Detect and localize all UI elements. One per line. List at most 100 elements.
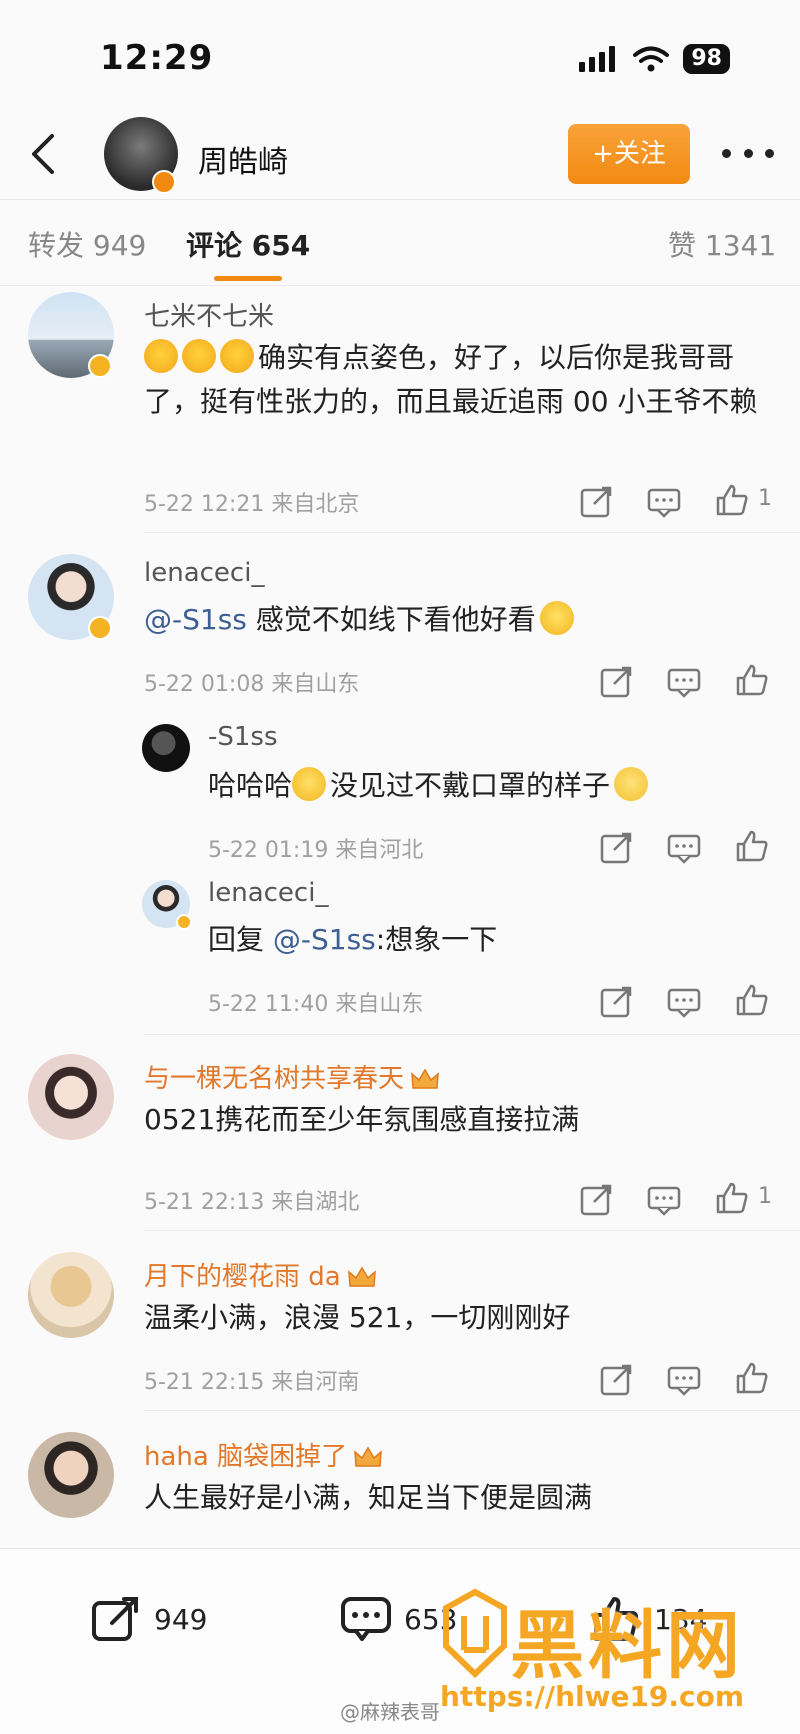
reply-meta: 5-22 01:19 来自河北 <box>208 838 424 863</box>
commenter-name-text: 月下的樱花雨 da <box>144 1262 341 1292</box>
repost-icon[interactable] <box>578 484 614 520</box>
verified-badge-icon <box>152 170 176 194</box>
comment-meta: 5-21 22:13 来自湖北 <box>144 1190 360 1215</box>
more-options-button[interactable] <box>722 138 774 168</box>
like-count: 1 <box>758 1184 772 1209</box>
mention-link[interactable]: @-S1ss <box>144 603 247 636</box>
reply-text: 回复 @-S1ss:想象一下 <box>208 918 768 962</box>
comment-text: @-S1ss 感觉不如线下看他好看 <box>144 598 784 642</box>
tab-bar: 转发 949 评论 654 赞 1341 <box>0 200 800 286</box>
commenter-name-text: 与一棵无名树共享春天 <box>144 1064 405 1094</box>
comment-text: 0521携花而至少年氛围感直接拉满 <box>144 1103 580 1136</box>
battery-indicator: 98 <box>683 44 730 74</box>
commenter-avatar[interactable] <box>28 1252 114 1338</box>
reply-icon[interactable] <box>666 664 702 700</box>
comment-meta: 5-21 22:15 来自河南 <box>144 1370 360 1395</box>
laughing-emoji-icon <box>539 601 574 635</box>
reply-avatar[interactable] <box>142 724 190 772</box>
like-icon[interactable] <box>734 828 770 864</box>
comment-meta: 5-22 12:21 来自北京 <box>144 492 360 517</box>
reply-body: 没见过不戴口罩的样子 <box>330 769 611 802</box>
dot-icon <box>743 148 753 158</box>
tongue-emoji-icon <box>220 339 254 373</box>
tongue-emoji-icon <box>182 339 216 373</box>
signal-icon <box>579 46 616 72</box>
reply-icon[interactable] <box>666 830 702 866</box>
repost-icon[interactable] <box>598 984 634 1020</box>
crown-icon <box>354 1446 382 1467</box>
crown-icon <box>411 1068 439 1089</box>
mention-link[interactable]: @-S1ss <box>273 923 376 956</box>
repost-icon[interactable] <box>578 1182 614 1218</box>
like-icon[interactable] <box>734 1360 770 1396</box>
watermark-url: https://hlwe19.com <box>440 1680 745 1713</box>
source-credit: @麻辣表哥 <box>340 1700 440 1724</box>
share-icon <box>92 1597 138 1641</box>
reply-prefix: 回复 <box>208 923 273 956</box>
like-icon[interactable] <box>714 482 750 518</box>
reply-icon[interactable] <box>666 1362 702 1398</box>
commenter-name[interactable]: 与一棵无名树共享春天 <box>144 1058 440 1095</box>
reply-name[interactable]: lenaceci_ <box>208 878 328 908</box>
reply-body: :想象一下 <box>375 923 498 956</box>
repost-icon[interactable] <box>598 664 634 700</box>
follow-button[interactable]: +关注 <box>568 124 690 184</box>
reply-icon[interactable] <box>666 984 702 1020</box>
tab-repost[interactable]: 转发 949 <box>28 224 146 264</box>
repost-action[interactable]: 949 <box>90 1593 207 1645</box>
comment-body: 感觉不如线下看他好看 <box>246 603 536 636</box>
chevron-left-icon <box>32 134 54 174</box>
commenter-name[interactable]: haha 脑袋困掉了 <box>144 1436 383 1473</box>
active-tab-indicator <box>214 276 282 281</box>
author-name[interactable]: 周皓崎 <box>198 137 288 181</box>
crown-icon <box>347 1266 376 1287</box>
site-watermark: 黑料网 https://hlwe19.com <box>440 1588 800 1728</box>
comment-divider <box>144 1230 800 1231</box>
dot-icon <box>765 148 774 158</box>
comment-divider <box>144 1034 800 1035</box>
comment-icon <box>341 1597 391 1641</box>
commenter-name-text: haha 脑袋困掉了 <box>144 1442 348 1472</box>
status-icons: 98 <box>579 44 730 74</box>
comment-text: 人生最好是小满，知足当下便是圆满 <box>144 1481 593 1514</box>
dot-icon <box>722 148 731 158</box>
commenter-avatar[interactable] <box>28 1054 114 1140</box>
back-button[interactable] <box>20 130 68 178</box>
commenter-name[interactable]: 七米不七米 <box>144 296 274 333</box>
commenter-name[interactable]: 月下的樱花雨 da <box>144 1256 377 1293</box>
like-icon[interactable] <box>734 982 770 1018</box>
wifi-icon <box>633 46 670 72</box>
repost-count: 949 <box>154 1602 208 1636</box>
verified-badge-icon <box>176 914 192 930</box>
commenter-name[interactable]: lenaceci_ <box>144 558 264 588</box>
comment-divider <box>144 1410 800 1411</box>
like-icon[interactable] <box>734 662 770 698</box>
profile-header: 周皓崎 +关注 <box>0 110 800 200</box>
laughing-emoji-icon <box>292 767 327 801</box>
verified-badge-icon <box>88 616 112 640</box>
comment-meta: 5-22 01:08 来自山东 <box>144 672 360 697</box>
comment-divider <box>144 532 800 533</box>
reply-body: 哈哈哈 <box>208 769 293 802</box>
like-icon[interactable] <box>714 1180 750 1216</box>
repost-icon[interactable] <box>598 1362 634 1398</box>
status-bar: 12:29 98 <box>0 0 800 110</box>
reply-text: 哈哈哈 没见过不戴口罩的样子 <box>208 764 768 808</box>
reply-name[interactable]: -S1ss <box>208 722 278 752</box>
verified-badge-icon <box>88 354 112 378</box>
repost-icon[interactable] <box>598 830 634 866</box>
tab-comment[interactable]: 评论 654 <box>186 224 310 264</box>
tongue-emoji-icon <box>144 339 178 373</box>
reply-icon[interactable] <box>646 1182 682 1218</box>
status-time: 12:29 <box>100 38 214 78</box>
watermark-logo-icon <box>443 1588 507 1678</box>
watermark-text: 黑料网 <box>510 1603 744 1689</box>
commenter-avatar[interactable] <box>28 1432 114 1518</box>
reply-icon[interactable] <box>646 484 682 520</box>
comment-text: 确实有点姿色，好了，以后你是我哥哥了，挺有性张力的，而且最近追雨 00 小王爷不… <box>144 336 784 424</box>
like-count: 1 <box>758 486 772 511</box>
tab-like[interactable]: 赞 1341 <box>668 224 776 264</box>
glasses-emoji-icon <box>614 767 649 801</box>
comment-text: 温柔小满，浪漫 521，一切刚刚好 <box>144 1301 571 1334</box>
reply-meta: 5-22 11:40 来自山东 <box>208 992 424 1017</box>
